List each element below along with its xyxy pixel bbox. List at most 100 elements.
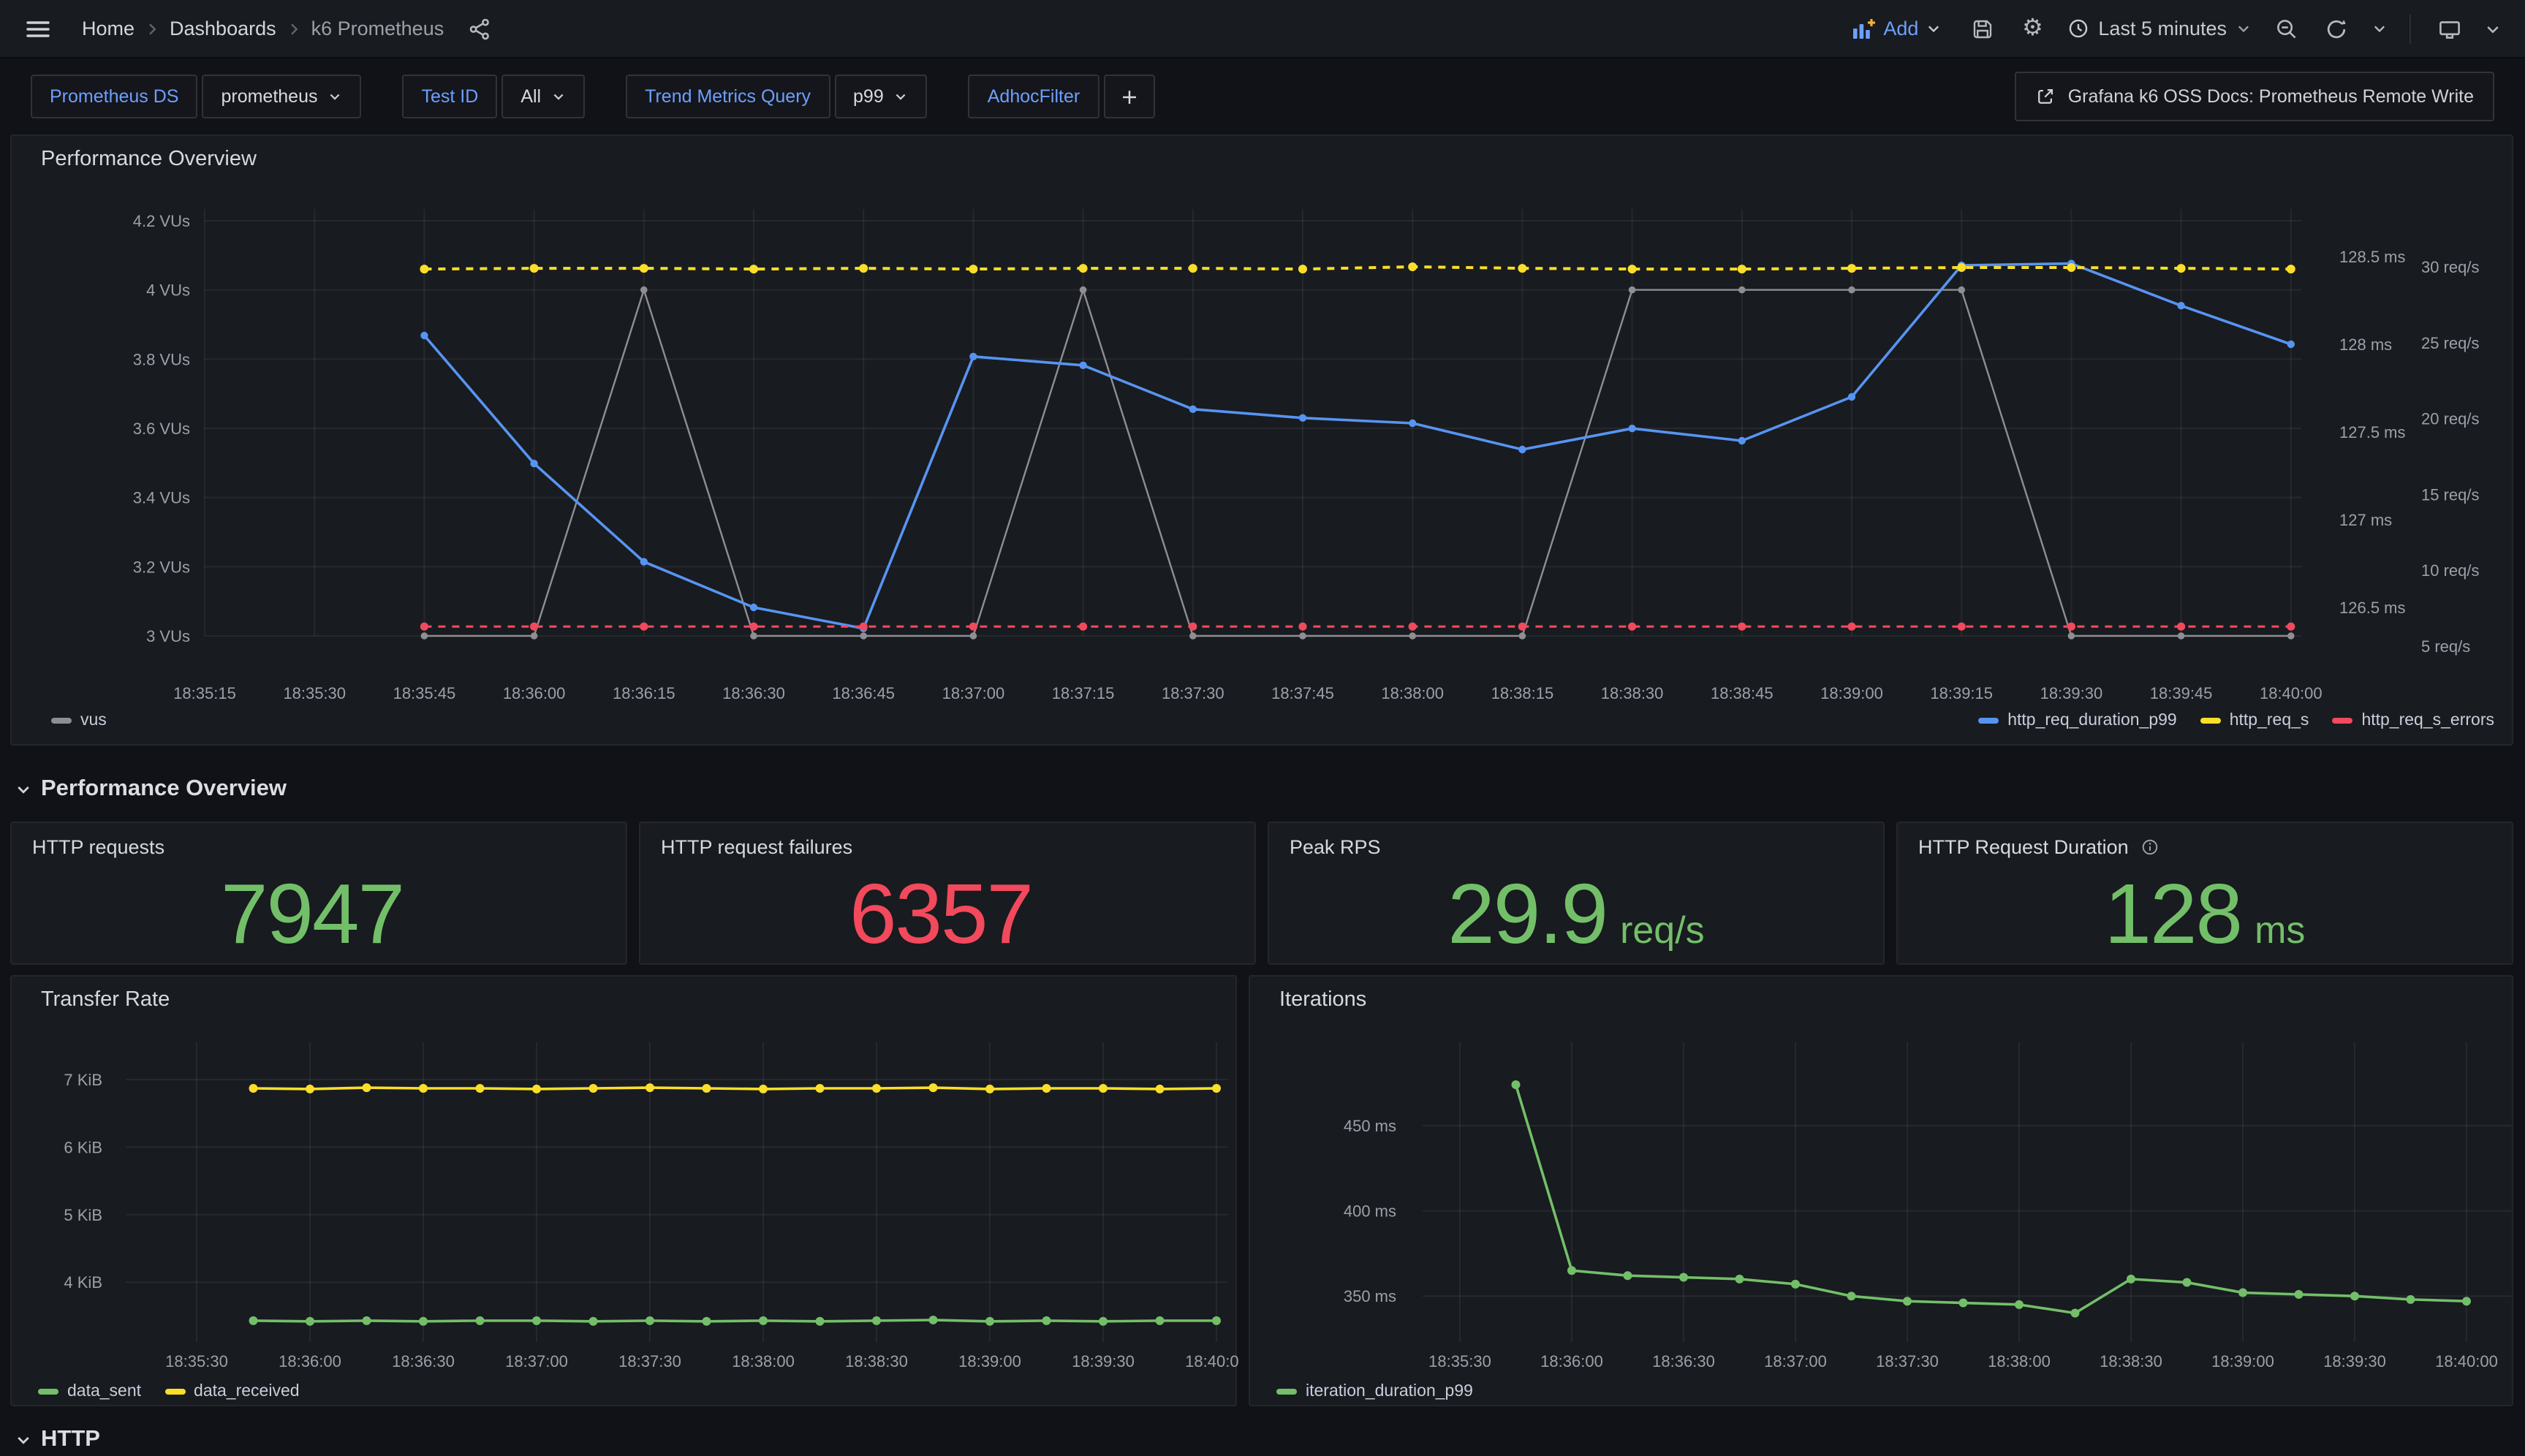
- axis-tick-label: 4 KiB: [64, 1273, 102, 1292]
- external-link-icon: [2036, 86, 2056, 107]
- adhoc-filter-add-button[interactable]: [1103, 75, 1154, 118]
- axis-tick-label: 18:36:45: [832, 684, 895, 702]
- legend-swatch: [2200, 718, 2221, 724]
- divider: [2409, 14, 2411, 43]
- legend-item-vus[interactable]: vus: [51, 712, 107, 729]
- docs-link-button[interactable]: Grafana k6 OSS Docs: Prometheus Remote W…: [2015, 72, 2494, 121]
- add-button[interactable]: Add: [1851, 17, 1942, 40]
- stat-http-request-duration[interactable]: HTTP Request Duration 128ms: [1896, 822, 2513, 965]
- axis-tick-label: 18:36:15: [613, 684, 675, 702]
- series-http_req_s_errors: [420, 623, 2295, 631]
- nav-more-dropdown[interactable]: [2478, 8, 2507, 49]
- transfer-rate-chart[interactable]: 7 KiB 6 KiB 5 KiB 4 KiB 18:35:30 18:36:00 18:3…: [12, 977, 1238, 1415]
- axis-tick-label: 18:38:30: [845, 1352, 908, 1370]
- axis-tick-label: 18:36:00: [279, 1352, 341, 1370]
- axis-tick-label: 18:38:00: [1988, 1352, 2051, 1370]
- variable-label-test-id[interactable]: Test ID: [403, 75, 498, 118]
- section-row-http[interactable]: HTTP: [15, 1427, 100, 1453]
- share-icon[interactable]: [458, 8, 499, 49]
- axis-tick-label: 18:39:30: [2040, 684, 2103, 702]
- axis-tick-label: 127.5 ms: [2339, 423, 2406, 441]
- axis-tick-label: 128.5 ms: [2339, 248, 2406, 266]
- legend-swatch: [2332, 718, 2352, 724]
- save-icon[interactable]: [1962, 8, 2003, 49]
- series-data_received: [249, 1083, 1222, 1093]
- axis-tick-label: 18:39:30: [2323, 1352, 2386, 1370]
- breadcrumb-dashboards[interactable]: Dashboards: [170, 18, 276, 39]
- legend: iteration_duration_p99: [1276, 1383, 1473, 1400]
- stat-http-request-failures[interactable]: HTTP request failures 6357: [639, 822, 1256, 965]
- variable-label-prometheus-ds[interactable]: Prometheus DS: [31, 75, 197, 118]
- stat-http-requests[interactable]: HTTP requests 7947: [10, 822, 627, 965]
- axis-tick-label: 6 KiB: [64, 1138, 102, 1156]
- breadcrumb-current-dashboard: k6 Prometheus: [311, 18, 444, 39]
- hamburger-menu-icon[interactable]: [18, 8, 58, 49]
- chevron-down-icon: [15, 781, 32, 798]
- axis-tick-label: 3 VUs: [146, 627, 190, 645]
- axis-tick-label: 400 ms: [1344, 1202, 1396, 1221]
- axis-tick-label: 18:38:00: [1381, 684, 1444, 702]
- refresh-interval-dropdown[interactable]: [2366, 8, 2392, 49]
- legend-item-http_req_s_errors[interactable]: http_req_s_errors: [2332, 712, 2494, 729]
- top-nav: Home Dashboards k6 Prometheus Add: [0, 0, 2525, 58]
- axis-tick-label: 18:37:00: [942, 684, 1005, 702]
- legend-item-iteration_duration_p99[interactable]: iteration_duration_p99: [1276, 1383, 1473, 1400]
- time-range-picker[interactable]: Last 5 minutes: [2062, 18, 2257, 39]
- axis-tick-label: 18:40:00: [2260, 684, 2323, 702]
- variable-label-trend-metrics-query[interactable]: Trend Metrics Query: [626, 75, 830, 118]
- axis-tick-label: 15 req/s: [2421, 485, 2480, 504]
- axis-tick-label: 18:40:00: [1185, 1352, 1238, 1370]
- axis-tick-label: 18:38:45: [1711, 684, 1773, 702]
- chevron-down-icon: [551, 89, 566, 104]
- chevron-down-icon: [2236, 20, 2252, 37]
- axis-tick-label: 10 req/s: [2421, 561, 2480, 580]
- axis-tick-label: 18:40:00: [2435, 1352, 2498, 1370]
- kiosk-monitor-icon[interactable]: [2429, 8, 2469, 49]
- chevron-right-icon: [285, 20, 303, 37]
- iterations-chart[interactable]: 450 ms400 ms350 ms18:35:3018:36:0018:36:…: [1250, 977, 2515, 1415]
- legend-item-http_req_s[interactable]: http_req_s: [2200, 712, 2309, 729]
- axis-tick-label: 18:38:30: [2100, 1352, 2162, 1370]
- legend: data_sent data_received: [38, 1383, 300, 1400]
- legend-swatch: [38, 1389, 58, 1395]
- variable-value-test-id[interactable]: All: [501, 75, 585, 118]
- axis-tick-label: 18:36:30: [392, 1352, 455, 1370]
- variable-value-prometheus-ds[interactable]: prometheus: [202, 75, 361, 118]
- performance-overview-chart[interactable]: 4.2 VUs4 VUs3.8 VUs3.6 VUs3.4 VUs3.2 VUs…: [12, 136, 2515, 754]
- axis-tick-label: 350 ms: [1344, 1287, 1396, 1305]
- axis-tick-label: 25 req/s: [2421, 334, 2480, 352]
- axis-tick-label: 18:39:00: [958, 1352, 1021, 1370]
- variable-label-adhocfilter[interactable]: AdhocFilter: [969, 75, 1099, 118]
- legend-item-http_req_duration_p99[interactable]: http_req_duration_p99: [1978, 712, 2177, 729]
- series-http_req_duration_p99: [420, 259, 2295, 632]
- axis-tick-label: 18:35:30: [165, 1352, 228, 1370]
- refresh-icon[interactable]: [2316, 8, 2357, 49]
- axis-tick-label: 3.2 VUs: [133, 558, 190, 576]
- section-row-performance-overview[interactable]: Performance Overview: [15, 776, 287, 803]
- axis-tick-label: 18:35:15: [173, 684, 236, 702]
- axis-tick-label: 7 KiB: [64, 1071, 102, 1089]
- chevron-down-icon: [1926, 20, 1942, 37]
- legend-left: vus: [51, 712, 107, 729]
- variable-value-trend-metrics-query[interactable]: p99: [834, 75, 928, 118]
- legend-item-data_sent[interactable]: data_sent: [38, 1383, 141, 1400]
- axis-tick-label: 18:35:30: [1428, 1352, 1491, 1370]
- stat-peak-rps[interactable]: Peak RPS 29.9req/s: [1268, 822, 1885, 965]
- zoom-out-icon[interactable]: [2266, 8, 2307, 49]
- axis-tick-label: 18:39:00: [2211, 1352, 2274, 1370]
- axis-tick-label: 18:37:15: [1052, 684, 1115, 702]
- gear-icon[interactable]: ⚙: [2012, 8, 2053, 49]
- axis-tick-label: 18:35:45: [393, 684, 456, 702]
- chevron-down-icon: [2371, 20, 2387, 37]
- legend-item-data_received[interactable]: data_received: [164, 1383, 300, 1400]
- axis-tick-label: 18:38:00: [732, 1352, 795, 1370]
- axis-tick-label: 5 KiB: [64, 1206, 102, 1224]
- breadcrumb: Home Dashboards k6 Prometheus: [79, 18, 447, 39]
- filter-bar: Prometheus DSprometheus Test IDAll Trend M…: [0, 58, 2525, 134]
- legend-swatch: [1276, 1389, 1297, 1395]
- series-iteration_duration_p99: [1512, 1080, 2472, 1317]
- axis-tick-label: 5 req/s: [2421, 637, 2470, 656]
- axis-tick-label: 18:39:00: [1820, 684, 1883, 702]
- breadcrumb-home[interactable]: Home: [82, 18, 135, 39]
- legend-swatch: [51, 718, 72, 724]
